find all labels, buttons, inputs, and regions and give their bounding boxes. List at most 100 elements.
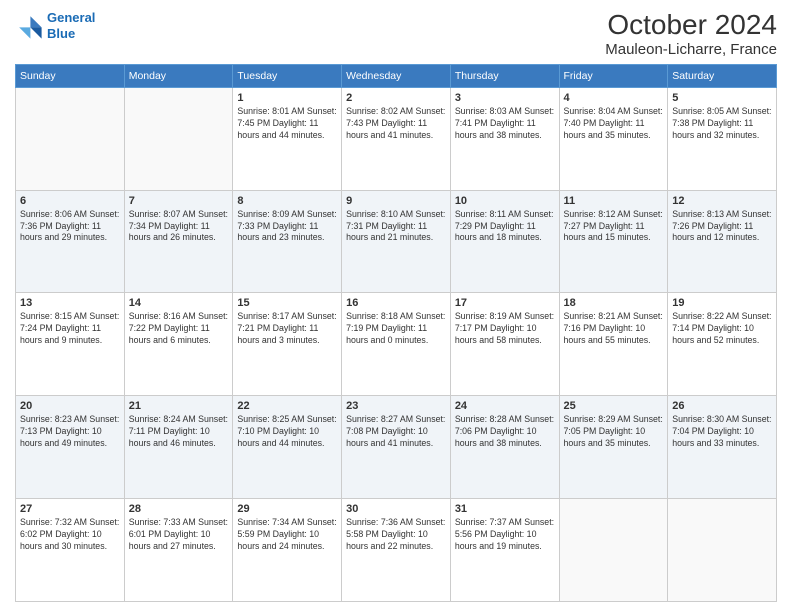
day-detail: Sunrise: 8:27 AM Sunset: 7:08 PM Dayligh…: [346, 414, 446, 450]
header-thursday: Thursday: [450, 64, 559, 87]
day-number: 26: [672, 400, 772, 412]
day-number: 20: [20, 400, 120, 412]
calendar-week-row: 20 Sunrise: 8:23 AM Sunset: 7:13 PM Dayli…: [16, 396, 777, 499]
day-detail: Sunrise: 7:34 AM Sunset: 5:59 PM Dayligh…: [237, 517, 337, 553]
table-row: 2Sunrise: 8:02 AM Sunset: 7:43 PM Daylig…: [342, 87, 451, 190]
day-detail: Sunrise: 8:11 AM Sunset: 7:29 PM Dayligh…: [455, 209, 555, 245]
calendar-subtitle: Mauleon-Licharre, France: [605, 41, 777, 58]
day-detail: Sunrise: 8:10 AM Sunset: 7:31 PM Dayligh…: [346, 209, 446, 245]
page: General Blue October 2024 Mauleon-Lichar…: [0, 0, 792, 612]
calendar-header-row: Sunday Monday Tuesday Wednesday Thursday…: [16, 64, 777, 87]
day-number: 28: [129, 503, 229, 515]
day-number: 12: [672, 195, 772, 207]
day-number: 30: [346, 503, 446, 515]
logo: General Blue: [15, 10, 95, 41]
header-friday: Friday: [559, 64, 668, 87]
day-number: 6: [20, 195, 120, 207]
calendar-week-row: 6 Sunrise: 8:06 AM Sunset: 7:36 PM Daylig…: [16, 190, 777, 293]
logo-blue: Blue: [47, 26, 75, 41]
table-row: 26Sunrise: 8:30 AM Sunset: 7:04 PM Dayli…: [668, 396, 777, 499]
calendar-title: October 2024: [605, 10, 777, 41]
header-saturday: Saturday: [668, 64, 777, 87]
table-row: 6 Sunrise: 8:06 AM Sunset: 7:36 PM Daylig…: [16, 190, 125, 293]
table-row: 21 Sunrise: 8:24 AM Sunset: 7:11 PM Dayli…: [124, 396, 233, 499]
day-number: 16: [346, 297, 446, 309]
table-row: 18 Sunrise: 8:21 AM Sunset: 7:16 PM Dayli…: [559, 293, 668, 396]
table-row: 5Sunrise: 8:05 AM Sunset: 7:38 PM Daylig…: [668, 87, 777, 190]
table-row: 17Sunrise: 8:19 AM Sunset: 7:17 PM Dayli…: [450, 293, 559, 396]
day-number: 24: [455, 400, 555, 412]
day-number: 19: [672, 297, 772, 309]
table-row: 20 Sunrise: 8:23 AM Sunset: 7:13 PM Dayli…: [16, 396, 125, 499]
day-detail: Sunrise: 8:12 AM Sunset: 7:27 PM Dayligh…: [564, 209, 664, 245]
header: General Blue October 2024 Mauleon-Lichar…: [15, 10, 777, 58]
day-number: 3: [455, 92, 555, 104]
table-row: 15 Sunrise: 8:17 AM Sunset: 7:21 PM Dayli…: [233, 293, 342, 396]
day-detail: Sunrise: 8:21 AM Sunset: 7:16 PM Dayligh…: [564, 311, 664, 347]
day-detail: Sunrise: 8:05 AM Sunset: 7:38 PM Dayligh…: [672, 106, 772, 142]
table-row: 19 Sunrise: 8:22 AM Sunset: 7:14 PM Dayli…: [668, 293, 777, 396]
day-number: 23: [346, 400, 446, 412]
table-row: 24 Sunrise: 8:28 AM Sunset: 7:06 PM Dayli…: [450, 396, 559, 499]
day-detail: Sunrise: 8:23 AM Sunset: 7:13 PM Dayligh…: [20, 414, 120, 450]
day-detail: Sunrise: 8:28 AM Sunset: 7:06 PM Dayligh…: [455, 414, 555, 450]
table-row: 27 Sunrise: 7:32 AM Sunset: 6:02 PM Dayli…: [16, 499, 125, 602]
table-row: 8 Sunrise: 8:09 AM Sunset: 7:33 PM Daylig…: [233, 190, 342, 293]
logo-general: General: [47, 10, 95, 25]
day-number: 8: [237, 195, 337, 207]
table-row: 28 Sunrise: 7:33 AM Sunset: 6:01 PM Dayli…: [124, 499, 233, 602]
table-row: 31Sunrise: 7:37 AM Sunset: 5:56 PM Dayli…: [450, 499, 559, 602]
table-row: [124, 87, 233, 190]
day-detail: Sunrise: 8:07 AM Sunset: 7:34 PM Dayligh…: [129, 209, 229, 245]
day-detail: Sunrise: 7:36 AM Sunset: 5:58 PM Dayligh…: [346, 517, 446, 553]
table-row: [668, 499, 777, 602]
day-detail: Sunrise: 8:03 AM Sunset: 7:41 PM Dayligh…: [455, 106, 555, 142]
day-number: 1: [237, 92, 337, 104]
table-row: 7 Sunrise: 8:07 AM Sunset: 7:34 PM Daylig…: [124, 190, 233, 293]
day-number: 18: [564, 297, 664, 309]
table-row: 30 Sunrise: 7:36 AM Sunset: 5:58 PM Dayli…: [342, 499, 451, 602]
day-number: 25: [564, 400, 664, 412]
day-detail: Sunrise: 8:22 AM Sunset: 7:14 PM Dayligh…: [672, 311, 772, 347]
day-number: 21: [129, 400, 229, 412]
table-row: 29 Sunrise: 7:34 AM Sunset: 5:59 PM Dayli…: [233, 499, 342, 602]
day-number: 27: [20, 503, 120, 515]
day-number: 15: [237, 297, 337, 309]
day-detail: Sunrise: 8:13 AM Sunset: 7:26 PM Dayligh…: [672, 209, 772, 245]
table-row: 23 Sunrise: 8:27 AM Sunset: 7:08 PM Dayli…: [342, 396, 451, 499]
table-row: [16, 87, 125, 190]
title-block: October 2024 Mauleon-Licharre, France: [605, 10, 777, 58]
table-row: 9 Sunrise: 8:10 AM Sunset: 7:31 PM Daylig…: [342, 190, 451, 293]
table-row: 25Sunrise: 8:29 AM Sunset: 7:05 PM Dayli…: [559, 396, 668, 499]
day-detail: Sunrise: 8:06 AM Sunset: 7:36 PM Dayligh…: [20, 209, 120, 245]
table-row: 12 Sunrise: 8:13 AM Sunset: 7:26 PM Dayli…: [668, 190, 777, 293]
day-detail: Sunrise: 8:19 AM Sunset: 7:17 PM Dayligh…: [455, 311, 555, 347]
day-detail: Sunrise: 7:37 AM Sunset: 5:56 PM Dayligh…: [455, 517, 555, 553]
logo-text: General Blue: [47, 10, 95, 41]
day-detail: Sunrise: 8:09 AM Sunset: 7:33 PM Dayligh…: [237, 209, 337, 245]
day-number: 14: [129, 297, 229, 309]
calendar-table: Sunday Monday Tuesday Wednesday Thursday…: [15, 64, 777, 602]
day-detail: Sunrise: 8:01 AM Sunset: 7:45 PM Dayligh…: [237, 106, 337, 142]
day-detail: Sunrise: 8:17 AM Sunset: 7:21 PM Dayligh…: [237, 311, 337, 347]
day-number: 29: [237, 503, 337, 515]
logo-icon: [15, 12, 43, 40]
day-number: 9: [346, 195, 446, 207]
day-detail: Sunrise: 8:24 AM Sunset: 7:11 PM Dayligh…: [129, 414, 229, 450]
calendar-week-row: 27 Sunrise: 7:32 AM Sunset: 6:02 PM Dayli…: [16, 499, 777, 602]
day-detail: Sunrise: 8:15 AM Sunset: 7:24 PM Dayligh…: [20, 311, 120, 347]
day-detail: Sunrise: 7:32 AM Sunset: 6:02 PM Dayligh…: [20, 517, 120, 553]
calendar-week-row: 13Sunrise: 8:15 AM Sunset: 7:24 PM Dayli…: [16, 293, 777, 396]
header-monday: Monday: [124, 64, 233, 87]
day-detail: Sunrise: 8:25 AM Sunset: 7:10 PM Dayligh…: [237, 414, 337, 450]
table-row: 11Sunrise: 8:12 AM Sunset: 7:27 PM Dayli…: [559, 190, 668, 293]
day-number: 7: [129, 195, 229, 207]
table-row: 1 Sunrise: 8:01 AM Sunset: 7:45 PM Daylig…: [233, 87, 342, 190]
day-detail: Sunrise: 8:04 AM Sunset: 7:40 PM Dayligh…: [564, 106, 664, 142]
day-detail: Sunrise: 8:18 AM Sunset: 7:19 PM Dayligh…: [346, 311, 446, 347]
table-row: [559, 499, 668, 602]
day-number: 2: [346, 92, 446, 104]
day-number: 22: [237, 400, 337, 412]
day-number: 4: [564, 92, 664, 104]
day-detail: Sunrise: 7:33 AM Sunset: 6:01 PM Dayligh…: [129, 517, 229, 553]
